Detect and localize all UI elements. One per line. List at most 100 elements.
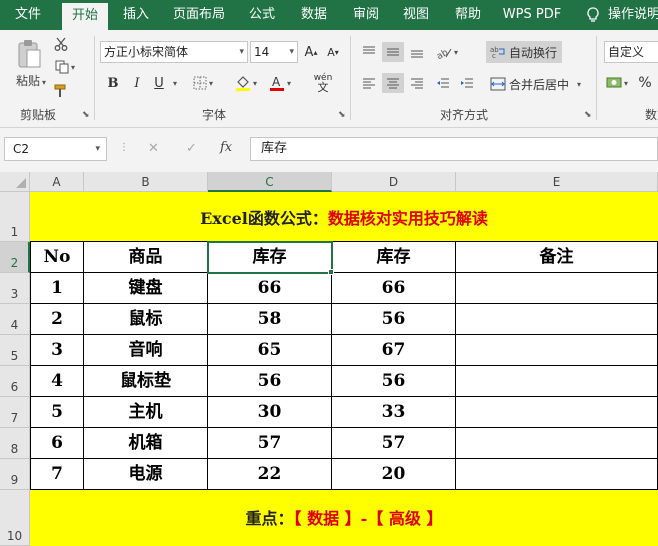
lightbulb-icon[interactable] — [584, 0, 602, 30]
cell-remark[interactable] — [456, 335, 658, 366]
underline-dropdown[interactable]: ▾ — [168, 72, 180, 94]
tab-home[interactable]: 开始 — [62, 3, 108, 30]
alignment-launcher-icon[interactable]: ⬊ — [584, 110, 592, 120]
column-header-c[interactable]: C — [208, 172, 332, 192]
cell-product[interactable]: 机箱 — [84, 428, 208, 459]
insert-function-icon[interactable]: fx — [220, 140, 232, 155]
tab-insert[interactable]: 插入 — [114, 0, 158, 30]
tab-data[interactable]: 数据 — [294, 0, 334, 30]
row-header-8[interactable]: 8 — [0, 428, 30, 459]
cell-product[interactable]: 电源 — [84, 459, 208, 490]
cell-stock-c[interactable]: 56 — [208, 366, 332, 397]
tab-help[interactable]: 帮助 — [448, 0, 488, 30]
row-header-6[interactable]: 6 — [0, 366, 30, 397]
cell-remark[interactable] — [456, 273, 658, 304]
cell-stock-c[interactable]: 66 — [208, 273, 332, 304]
row-header-5[interactable]: 5 — [0, 335, 30, 366]
header-cell-stock-d[interactable]: 库存 — [332, 242, 456, 273]
cell-remark[interactable] — [456, 428, 658, 459]
cell-stock-c[interactable]: 58 — [208, 304, 332, 335]
merge-center-button[interactable]: 合并后居中 ▾ — [486, 73, 586, 95]
italic-button[interactable]: I — [128, 72, 146, 94]
align-top-icon[interactable] — [358, 42, 380, 62]
name-box[interactable]: C2 ▾ — [4, 137, 107, 161]
font-size-select[interactable]: 14 ▾ — [250, 41, 298, 63]
tab-file[interactable]: 文件 — [0, 0, 56, 30]
cell-stock-d[interactable]: 56 — [332, 366, 456, 397]
column-header-d[interactable]: D — [332, 172, 456, 192]
cancel-icon[interactable]: ✕ — [148, 141, 159, 156]
bold-button[interactable]: B — [104, 72, 122, 94]
cell-stock-d[interactable]: 66 — [332, 273, 456, 304]
decrease-indent-icon[interactable] — [432, 73, 454, 93]
clipboard-launcher-icon[interactable]: ⬊ — [82, 110, 90, 120]
tab-page-layout[interactable]: 页面布局 — [168, 0, 230, 30]
cell-stock-c[interactable]: 22 — [208, 459, 332, 490]
select-all-corner[interactable] — [0, 172, 30, 192]
align-right-icon[interactable] — [406, 73, 428, 93]
fill-color-icon[interactable]: ▾ — [232, 72, 260, 94]
column-header-a[interactable]: A — [30, 172, 84, 192]
row-header-9[interactable]: 9 — [0, 459, 30, 490]
row-header-1[interactable]: 1 — [0, 192, 30, 242]
copy-icon[interactable]: ▾ — [52, 58, 78, 76]
row-header-2[interactable]: 2 — [0, 242, 30, 273]
cell-no[interactable]: 3 — [30, 335, 84, 366]
align-left-icon[interactable] — [358, 73, 380, 93]
cell-product[interactable]: 鼠标 — [84, 304, 208, 335]
row-header-7[interactable]: 7 — [0, 397, 30, 428]
align-center-icon[interactable] — [382, 73, 404, 93]
align-middle-icon[interactable] — [382, 42, 404, 62]
tab-review[interactable]: 审阅 — [346, 0, 386, 30]
column-header-b[interactable]: B — [84, 172, 208, 192]
cell-stock-d[interactable]: 33 — [332, 397, 456, 428]
cell-stock-d[interactable]: 67 — [332, 335, 456, 366]
cell-stock-d[interactable]: 20 — [332, 459, 456, 490]
font-launcher-icon[interactable]: ⬊ — [338, 110, 346, 120]
cell-no[interactable]: 4 — [30, 366, 84, 397]
header-cell-remark[interactable]: 备注 — [456, 242, 658, 273]
cell-no[interactable]: 7 — [30, 459, 84, 490]
tab-tell-me[interactable]: 操作说明 — [608, 0, 658, 30]
row-header-10[interactable]: 10 — [0, 490, 30, 546]
cell-product[interactable]: 键盘 — [84, 273, 208, 304]
cell-remark[interactable] — [456, 459, 658, 490]
cell-no[interactable]: 1 — [30, 273, 84, 304]
number-format-select[interactable]: 自定义 — [604, 41, 658, 63]
cell-product[interactable]: 主机 — [84, 397, 208, 428]
font-color-icon[interactable]: A ▾ — [266, 72, 294, 94]
cell-stock-d[interactable]: 57 — [332, 428, 456, 459]
header-cell-product[interactable]: 商品 — [84, 242, 208, 273]
formula-input[interactable]: 库存 — [250, 137, 658, 161]
cell-remark[interactable] — [456, 397, 658, 428]
cell-product[interactable]: 鼠标垫 — [84, 366, 208, 397]
font-name-select[interactable]: 方正小标宋简体 ▾ — [100, 41, 248, 63]
enter-icon[interactable]: ✓ — [186, 141, 197, 156]
cell-no[interactable]: 6 — [30, 428, 84, 459]
column-header-e[interactable]: E — [456, 172, 658, 192]
percent-style-icon[interactable]: % — [634, 73, 656, 93]
paste-icon[interactable] — [14, 36, 44, 72]
paste-button[interactable]: 粘贴 ▾ — [16, 72, 46, 89]
row-header-4[interactable]: 4 — [0, 304, 30, 335]
cell-stock-c[interactable]: 65 — [208, 335, 332, 366]
cell-no[interactable]: 2 — [30, 304, 84, 335]
underline-button[interactable]: U — [150, 72, 168, 94]
phonetic-guide-icon[interactable]: wén 文 — [308, 72, 338, 94]
cell-stock-d[interactable]: 56 — [332, 304, 456, 335]
header-cell-no[interactable]: No — [30, 242, 84, 273]
fill-handle[interactable] — [328, 269, 334, 275]
format-painter-icon[interactable] — [52, 82, 70, 100]
cell-remark[interactable] — [456, 366, 658, 397]
cell-stock-c[interactable]: 57 — [208, 428, 332, 459]
footer-cell[interactable]: 重点：【 数据 】-【 高级 】 — [30, 490, 658, 546]
cell-stock-c[interactable]: 30 — [208, 397, 332, 428]
cell-remark[interactable] — [456, 304, 658, 335]
increase-indent-icon[interactable] — [456, 73, 478, 93]
wrap-text-button[interactable]: ab c 自动换行 — [486, 41, 562, 63]
cell-no[interactable]: 5 — [30, 397, 84, 428]
increase-font-size-icon[interactable]: A ▴ — [302, 42, 320, 62]
cut-icon[interactable] — [52, 35, 70, 53]
cell-product[interactable]: 音响 — [84, 335, 208, 366]
tab-formulas[interactable]: 公式 — [242, 0, 282, 30]
